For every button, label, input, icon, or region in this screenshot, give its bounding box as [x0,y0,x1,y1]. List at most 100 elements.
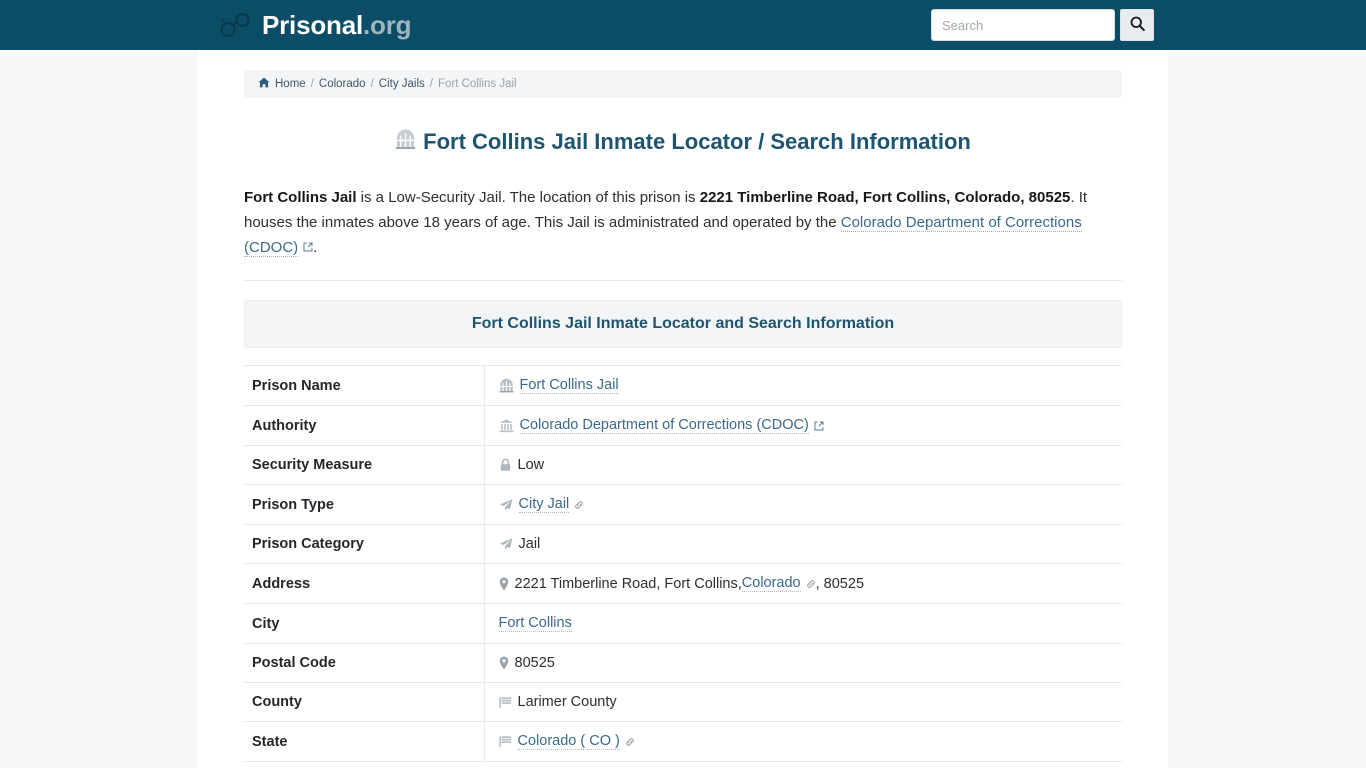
site-header: Prisonal.org [0,0,1366,50]
breadcrumb-item-city-jails[interactable]: City Jails [379,78,425,90]
address-text-pre: 2221 Timberline Road, Fort Collins, [514,575,742,592]
logo-tld: .org [363,10,412,40]
table-row-value-cell: Colorado ( CO ) [484,722,1122,762]
intro-text-2: is a Low-Security Jail. The location of … [356,189,700,206]
breadcrumb-item-home[interactable]: Home [275,78,306,90]
table-row-value-link[interactable]: Colorado Department of Corrections (CDOC… [519,417,809,434]
table-row-label: State [244,721,485,762]
bank-building-icon [499,418,514,433]
breadcrumb-separator: / [310,78,314,90]
search-bar [931,9,1154,41]
page-title-text: Fort Collins Jail Inmate Locator / Searc… [423,129,971,154]
flag-icon [498,696,512,709]
table-row-value-cell: Jail [484,525,1122,564]
breadcrumb-item-colorado[interactable]: Colorado [319,78,366,90]
page-container: Home / Colorado / City Jails / Fort Coll… [198,50,1168,768]
jail-door-icon [395,129,416,155]
table-row-label: Prison Type [244,484,485,525]
table-row: Address 2221 Timberline Road, Fort Collin… [244,563,1122,604]
address-text-post: , 80525 [815,575,865,592]
table-row: Prison Type City Jail [244,484,1122,525]
breadcrumb-separator: / [370,78,374,90]
table-row: State Colorado ( CO ) [244,721,1122,762]
content-divider [244,280,1122,281]
chain-link-icon [625,737,635,747]
chain-link-icon [806,579,816,589]
home-icon [258,77,270,91]
intro-paragraph: Fort Collins Jail is a Low-Security Jail… [244,185,1122,260]
cell-content: Larimer County [498,694,1115,710]
table-row-value-link[interactable]: Fort Collins [498,615,572,632]
breadcrumb-separator: / [429,78,433,90]
paper-plane-icon [499,537,513,551]
table-row: County Larimer County [244,682,1122,722]
prison-info-table: Prison Name Fort Collins Jail Authority Col… [244,365,1122,762]
intro-address: 2221 Timberline Road, Fort Collins, Colo… [699,189,1071,206]
cell-content: 80525 [499,655,1115,671]
prison-info-table-body: Prison Name Fort Collins Jail Authority Col… [244,365,1122,762]
table-row-value-link[interactable]: City Jail [518,496,570,513]
logo-text: Prisonal.org [262,10,412,40]
table-row-label: Address [244,563,485,604]
cell-content: 2221 Timberline Road, Fort Collins, Colo… [499,575,1115,592]
jail-door-icon [499,378,514,393]
paper-plane-icon [499,498,513,512]
search-button[interactable] [1120,9,1154,41]
table-row-label: County [244,682,485,722]
section-header-box: Fort Collins Jail Inmate Locator and Sea… [244,300,1122,348]
chain-link-icon [574,500,584,510]
table-row-value-link[interactable]: Fort Collins Jail [519,377,619,394]
page-title: Fort Collins Jail Inmate Locator / Searc… [244,129,1122,155]
cell-content: Jail [499,536,1115,552]
site-logo[interactable]: Prisonal.org [218,10,412,40]
table-row-label: Postal Code [244,643,485,683]
table-row-value-cell: Larimer County [484,683,1122,722]
lock-icon [499,458,512,472]
search-icon [1129,15,1146,35]
cell-content: Fort Collins Jail [499,377,1115,394]
map-marker-icon [499,656,509,670]
table-row-label: City [244,603,485,644]
table-row-value-cell: Fort Collins [484,604,1122,644]
cell-content: Low [499,457,1115,473]
cell-content: Colorado ( CO ) [498,733,1115,750]
table-row: Prison Category Jail [244,524,1122,564]
cell-content: Fort Collins [498,615,1115,632]
table-row-value-cell: Colorado Department of Corrections (CDOC… [484,406,1122,446]
table-row-value-link[interactable]: Colorado ( CO ) [517,733,620,750]
content-inner: Home / Colorado / City Jails / Fort Coll… [244,50,1122,762]
breadcrumb: Home / Colorado / City Jails / Fort Coll… [244,70,1122,98]
map-marker-icon [499,576,509,591]
intro-text-5: . [313,239,318,256]
intro-prison-name: Fort Collins Jail [244,189,357,206]
section-heading: Fort Collins Jail Inmate Locator and Sea… [471,315,895,332]
handcuffs-icon [218,10,252,40]
table-row-value-cell: Low [484,446,1122,485]
table-row-value-cell: 2221 Timberline Road, Fort Collins, Colo… [484,564,1122,604]
logo-brand: Prisonal [262,10,363,40]
table-row-value: Low [517,457,545,473]
table-row: Postal Code 80525 [244,643,1122,683]
external-link-icon [814,421,824,431]
table-row: Authority Colorado Department of Correcti… [244,405,1122,446]
table-row-value-cell: Fort Collins Jail [484,366,1122,406]
external-link-icon [303,242,313,252]
table-row-value: Jail [518,536,541,552]
table-row-label: Prison Name [244,365,485,406]
table-row: Prison Name Fort Collins Jail [244,365,1122,406]
table-row-label: Prison Category [244,524,485,564]
table-row-value: 80525 [514,655,555,671]
table-row-value-cell: 80525 [484,644,1122,683]
flag-icon [498,735,512,748]
table-row-label: Security Measure [244,445,485,485]
breadcrumb-current: Fort Collins Jail [437,78,517,90]
table-row: City Fort Collins [244,603,1122,644]
cell-content: Colorado Department of Corrections (CDOC… [499,417,1115,434]
table-row-label: Authority [244,405,485,446]
table-row-value-cell: City Jail [484,485,1122,525]
search-input[interactable] [931,9,1115,41]
address-state-link[interactable]: Colorado [741,575,801,592]
table-row-value: Larimer County [517,694,617,710]
table-row: Security Measure Low [244,445,1122,485]
cell-content: City Jail [499,496,1115,513]
